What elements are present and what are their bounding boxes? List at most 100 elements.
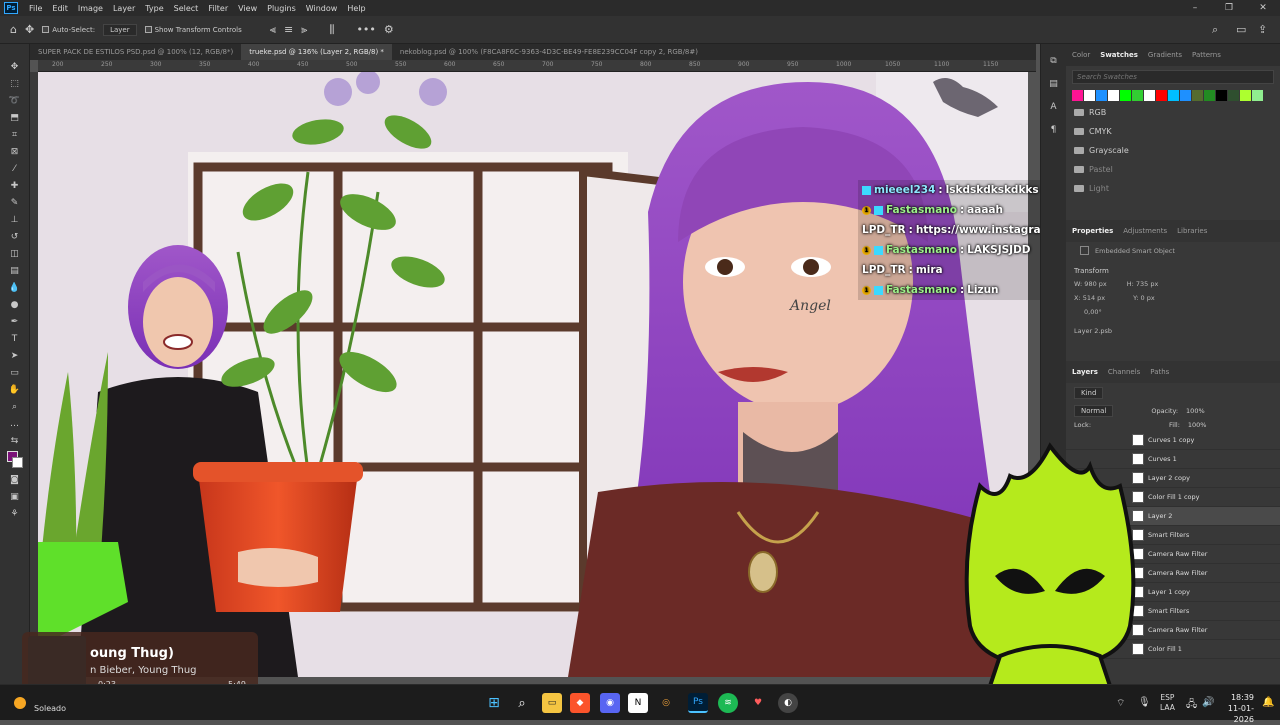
history-brush-icon[interactable]: ↺ [7, 230, 23, 243]
tab-color[interactable]: Color [1072, 51, 1090, 59]
shape-icon[interactable]: ▭ [7, 366, 23, 379]
dodge-icon[interactable]: ● [7, 298, 23, 311]
brush-icon[interactable]: ✎ [7, 196, 23, 209]
crop-icon[interactable]: ⌗ [7, 128, 23, 141]
default-colors-icon[interactable]: ⇆ [7, 434, 23, 447]
align-right-icon[interactable]: ⫸ [301, 23, 307, 37]
lasso-icon[interactable]: ➰ [7, 94, 23, 107]
menu-window[interactable]: Window [301, 4, 343, 13]
swatch-color[interactable] [1096, 90, 1107, 101]
blend-mode-dropdown[interactable]: Normal [1074, 405, 1114, 417]
menu-edit[interactable]: Edit [47, 4, 73, 13]
more-tools-icon[interactable]: … [7, 417, 23, 430]
gradient-icon[interactable]: ▤ [7, 264, 23, 277]
zoom-icon[interactable]: ⌕ [7, 400, 23, 413]
blender-icon[interactable]: ◎ [656, 693, 676, 713]
path-select-icon[interactable]: ➤ [7, 349, 23, 362]
gear-icon[interactable]: ⚙ [384, 23, 394, 36]
swatch-folder-rgb[interactable]: RGB [1066, 103, 1280, 122]
swatch-search-input[interactable]: Search Swatches [1072, 70, 1274, 84]
volume-icon[interactable]: 🔊 [1202, 697, 1214, 708]
align-left-icon[interactable]: ⫷ [270, 23, 276, 37]
tab-channels[interactable]: Channels [1108, 368, 1140, 376]
tab-nekoblog[interactable]: nekoblog.psd @ 100% (F8CA8F6C-9363-4D3C-… [392, 44, 706, 60]
tab-properties[interactable]: Properties [1072, 227, 1113, 235]
angle-field[interactable]: 0,00° [1066, 305, 1280, 319]
swatch-color[interactable] [1072, 90, 1083, 101]
hand-icon[interactable]: ✋ [7, 383, 23, 396]
foreground-color-swatch[interactable] [6, 451, 23, 469]
type-icon[interactable]: T [7, 332, 23, 345]
opacity-field[interactable]: 100% [1186, 407, 1205, 415]
move-tool-icon[interactable]: ✥ [25, 23, 34, 36]
swatch-color[interactable] [1156, 90, 1167, 101]
width-field[interactable]: W: 980 px [1074, 280, 1107, 288]
stamp-icon[interactable]: ⊥ [7, 213, 23, 226]
menu-layer[interactable]: Layer [108, 4, 140, 13]
object-select-icon[interactable]: ⬒ [7, 111, 23, 124]
fill-field[interactable]: 100% [1188, 421, 1207, 429]
discord-icon[interactable]: ◉ [600, 693, 620, 713]
notifications-icon[interactable]: 🔔 [1262, 697, 1274, 708]
network-icon[interactable]: 🖧 [1186, 697, 1197, 714]
tab-swatches[interactable]: Swatches [1100, 51, 1138, 59]
auto-select-dropdown[interactable]: Layer [103, 23, 137, 36]
tab-libraries[interactable]: Libraries [1177, 227, 1207, 235]
minimize-icon[interactable]: – [1178, 0, 1212, 16]
obs-icon[interactable]: ◐ [778, 693, 798, 713]
search-icon[interactable]: ⌕ [512, 693, 532, 713]
home-icon[interactable]: ⌂ [10, 23, 17, 36]
restore-icon[interactable]: ❐ [1212, 0, 1246, 16]
swatch-folder-grayscale[interactable]: Grayscale [1066, 141, 1280, 160]
swatch-color[interactable] [1252, 90, 1263, 101]
x-field[interactable]: X: 514 px [1074, 294, 1105, 302]
swatch-folder-cmyk[interactable]: CMYK [1066, 122, 1280, 141]
weather-icon[interactable] [14, 697, 26, 709]
swatch-color[interactable] [1168, 90, 1179, 101]
auto-select-checkbox[interactable]: Auto-Select: [42, 26, 95, 34]
healing-icon[interactable]: ✚ [7, 179, 23, 192]
align-center-icon[interactable]: ≡ [284, 23, 293, 36]
weather-label[interactable]: Soleado [34, 704, 66, 713]
history-icon[interactable]: ⧉ [1046, 54, 1062, 67]
tab-gradients[interactable]: Gradients [1148, 51, 1182, 59]
swatch-color[interactable] [1228, 90, 1239, 101]
file-explorer-icon[interactable]: ▭ [542, 693, 562, 713]
tab-adjustments[interactable]: Adjustments [1123, 227, 1167, 235]
tab-patterns[interactable]: Patterns [1192, 51, 1221, 59]
eraser-icon[interactable]: ◫ [7, 247, 23, 260]
menu-image[interactable]: Image [73, 4, 108, 13]
tab-layers[interactable]: Layers [1072, 368, 1098, 376]
swatch-folder-pastel[interactable]: Pastel [1066, 160, 1280, 179]
character-icon[interactable]: A [1046, 100, 1062, 113]
swatch-color[interactable] [1216, 90, 1227, 101]
swatch-color[interactable] [1144, 90, 1155, 101]
menu-type[interactable]: Type [140, 4, 168, 13]
menu-plugins[interactable]: Plugins [262, 4, 301, 13]
swatch-color[interactable] [1120, 90, 1131, 101]
tab-super-pack[interactable]: SUPER PACK DE ESTILOS PSD.psd @ 100% (12… [30, 44, 241, 60]
app-icon[interactable]: ♥ [748, 693, 768, 713]
move-icon[interactable]: ✥ [7, 60, 23, 73]
quick-mask-icon[interactable]: ◙ [7, 473, 23, 486]
close-icon[interactable]: ✕ [1246, 0, 1280, 16]
photoshop-taskbar-icon[interactable]: Ps [688, 693, 708, 713]
tab-trueke[interactable]: trueke.psd @ 136% (Layer 2, RGB/8) * [241, 44, 392, 60]
swatch-color[interactable] [1240, 90, 1251, 101]
brave-browser-icon[interactable]: ◆ [570, 693, 590, 713]
wifi-icon[interactable]: ⌔ [1116, 697, 1125, 710]
share-icon[interactable]: ⇪ [1258, 23, 1267, 36]
document-canvas[interactable]: Angel [38, 72, 1028, 677]
kind-filter-dropdown[interactable]: Kind [1074, 387, 1104, 399]
swatch-color[interactable] [1180, 90, 1191, 101]
pen-icon[interactable]: ✒ [7, 315, 23, 328]
microphone-icon[interactable]: 🎙 [1138, 697, 1151, 708]
search-icon[interactable]: ⌕ [1212, 23, 1218, 37]
swatch-color[interactable] [1132, 90, 1143, 101]
input-language[interactable]: ESP LAA [1160, 693, 1175, 713]
menu-select[interactable]: Select [169, 4, 204, 13]
clock[interactable]: 18:39 11-01-2026 [1222, 692, 1254, 725]
swatch-folder-light[interactable]: Light [1066, 179, 1280, 198]
workspace-icon[interactable]: ▭ [1236, 23, 1246, 36]
notion-icon[interactable]: N [628, 693, 648, 713]
